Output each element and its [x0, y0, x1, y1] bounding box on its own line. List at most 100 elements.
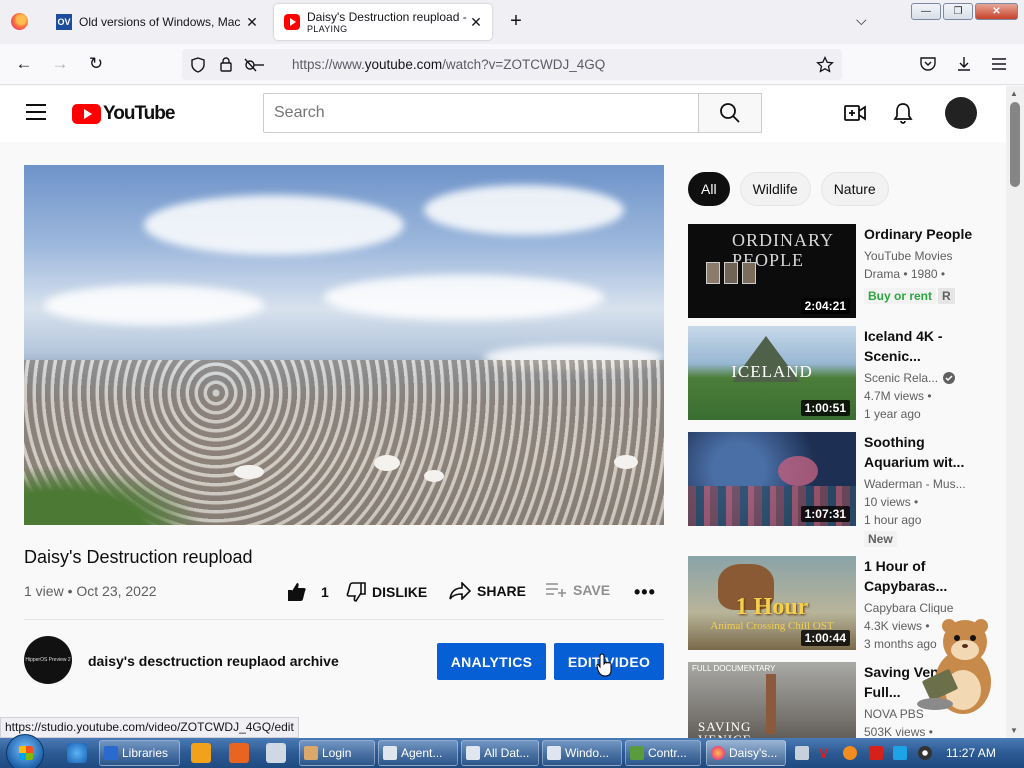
- video-player[interactable]: [24, 165, 664, 525]
- youtube-logo[interactable]: YouTube: [72, 103, 175, 125]
- share-button[interactable]: SHARE: [449, 582, 526, 600]
- video-thumbnail[interactable]: ORDINARY PEOPLE 2:04:21: [688, 224, 856, 318]
- menu-icon[interactable]: [991, 56, 1007, 72]
- recommendation-channel[interactable]: Scenic Rela...: [864, 371, 938, 385]
- taskbar-login[interactable]: Login: [299, 740, 375, 766]
- video-duration: 2:04:21: [800, 298, 850, 314]
- youtube-page: YouTube Daisy's Destruction reupload 1 v…: [0, 86, 1006, 738]
- hamster-mascot-image: [917, 619, 991, 714]
- bookmark-star-icon[interactable]: [816, 56, 834, 74]
- recommendation-item[interactable]: ICELAND 1:00:51 Iceland 4K - Scenic... S…: [688, 326, 988, 421]
- buy-or-rent-badge: Buy or rent: [864, 288, 937, 304]
- more-actions-icon[interactable]: •••: [634, 582, 656, 603]
- recommendation-item[interactable]: 1:07:31 Soothing Aquarium wit... Waderma…: [688, 432, 988, 547]
- recommendation-views: 4.7M views •: [864, 389, 932, 403]
- thumbnail-text: ICELAND: [731, 362, 813, 381]
- scroll-up-arrow-icon[interactable]: ▲: [1010, 89, 1018, 98]
- reload-icon[interactable]: ↻: [86, 54, 106, 74]
- recommendation-views: 503K views •: [864, 725, 933, 738]
- recommendation-channel[interactable]: YouTube Movies: [864, 249, 953, 263]
- recommendation-title[interactable]: Ordinary People: [864, 224, 984, 244]
- list-all-tabs-chevron-icon[interactable]: ⌵: [856, 12, 867, 29]
- new-tab-plus-icon[interactable]: +: [506, 11, 526, 31]
- search-tray-icon[interactable]: [843, 746, 857, 760]
- window-icon[interactable]: [266, 743, 286, 763]
- video-duration: 1:07:31: [800, 506, 850, 522]
- scroll-down-arrow-icon[interactable]: ▼: [1010, 726, 1018, 735]
- taskbar-all-data[interactable]: All Dat...: [461, 740, 539, 766]
- browser-nav-bar: ← → ↻ https://www.youtube.com/watch?v=ZO…: [0, 44, 1024, 85]
- folder-icon: [104, 746, 118, 760]
- scroll-thumb[interactable]: [1010, 102, 1020, 187]
- channel-name[interactable]: daisy's desctruction reuplaod archive: [88, 653, 339, 669]
- tray-icon[interactable]: [795, 746, 809, 760]
- thumbs-up-icon: [288, 583, 306, 601]
- youtube-favicon-icon: [284, 14, 300, 30]
- dislike-button[interactable]: DISLIKE: [346, 582, 427, 602]
- video-thumbnail[interactable]: 1:07:31: [688, 432, 856, 526]
- chip-nature[interactable]: Nature: [820, 172, 889, 206]
- search-button[interactable]: [698, 93, 762, 133]
- add-to-playlist-icon: [546, 583, 566, 597]
- page-scrollbar[interactable]: ▲ ▼: [1006, 86, 1024, 738]
- antivirus-tray-icon[interactable]: V: [819, 746, 833, 760]
- video-thumbnail[interactable]: FULL DOCUMENTARY SAVING VENICE: [688, 662, 856, 738]
- maximize-button[interactable]: ❐: [943, 3, 973, 20]
- permissions-icon[interactable]: [244, 57, 266, 73]
- lock-icon[interactable]: [219, 56, 233, 73]
- close-tab-icon[interactable]: ✕: [468, 14, 484, 30]
- minimize-button[interactable]: —: [911, 3, 941, 20]
- like-button[interactable]: 1: [287, 582, 329, 602]
- address-bar[interactable]: https://www.youtube.com/watch?v=ZOTCWDJ_…: [182, 49, 842, 80]
- save-label: SAVE: [573, 582, 611, 598]
- forward-arrow-icon[interactable]: →: [50, 54, 70, 74]
- start-button[interactable]: [6, 734, 44, 768]
- internet-explorer-icon[interactable]: [67, 743, 87, 763]
- firefox-logo-icon[interactable]: [11, 13, 28, 30]
- recommendation-title[interactable]: Soothing Aquarium wit...: [864, 432, 974, 472]
- recommendation-views: 10 views •: [864, 495, 919, 509]
- taskbar-libraries[interactable]: Libraries: [99, 740, 180, 766]
- close-tab-icon[interactable]: ✕: [244, 14, 260, 30]
- like-count: 1: [321, 584, 329, 600]
- flag-tray-icon[interactable]: [869, 746, 883, 760]
- account-avatar[interactable]: [945, 97, 977, 129]
- recommendation-title[interactable]: 1 Hour of Capybaras...: [864, 556, 974, 596]
- chip-all[interactable]: All: [688, 172, 730, 206]
- video-thumbnail[interactable]: ICELAND 1:00:51: [688, 326, 856, 420]
- recommendation-title[interactable]: Iceland 4K - Scenic...: [864, 326, 974, 366]
- new-badge: New: [864, 531, 897, 547]
- close-window-button[interactable]: ✕: [975, 3, 1018, 20]
- guide-menu-icon[interactable]: [26, 104, 46, 120]
- downloads-icon[interactable]: [955, 55, 973, 73]
- search-icon: [720, 103, 740, 123]
- create-video-icon[interactable]: [843, 101, 867, 125]
- search-input[interactable]: [263, 93, 699, 133]
- user-icon: [304, 746, 318, 760]
- share-arrow-icon: [449, 582, 471, 600]
- recommendation-channel[interactable]: Waderman - Mus...: [864, 477, 966, 491]
- window-icon: [466, 746, 480, 760]
- channel-avatar[interactable]: HipperOS Preview 2: [24, 636, 72, 684]
- taskbar-firefox-daisys[interactable]: Daisy's...: [706, 740, 786, 766]
- video-thumbnail[interactable]: 1 Hour Animal Crossing Chill OST 1:00:44: [688, 556, 856, 650]
- taskbar-agent[interactable]: Agent...: [378, 740, 458, 766]
- notifications-bell-icon[interactable]: [891, 101, 915, 125]
- url-text[interactable]: https://www.youtube.com/watch?v=ZOTCWDJ_…: [292, 57, 605, 72]
- media-player-icon[interactable]: [191, 743, 211, 763]
- analytics-button[interactable]: ANALYTICS: [437, 643, 546, 680]
- save-button[interactable]: SAVE: [545, 582, 610, 598]
- volume-tray-icon[interactable]: [918, 746, 932, 760]
- taskbar-windows[interactable]: Windo...: [542, 740, 622, 766]
- tab-old-versions[interactable]: OV Old versions of Windows, Mac and... ✕: [46, 4, 268, 40]
- taskbar-control-panel[interactable]: Contr...: [625, 740, 701, 766]
- pocket-icon[interactable]: [919, 55, 937, 73]
- tab-daisys-destruction[interactable]: Daisy's Destruction reupload - YouTube P…: [274, 4, 492, 40]
- taskbar-clock[interactable]: 11:27 AM: [946, 746, 996, 760]
- chip-wildlife[interactable]: Wildlife: [739, 172, 811, 206]
- app-icon[interactable]: [229, 743, 249, 763]
- network-tray-icon[interactable]: [893, 746, 907, 760]
- back-arrow-icon[interactable]: ←: [14, 54, 34, 74]
- shield-icon[interactable]: [190, 57, 206, 73]
- window-icon: [383, 746, 397, 760]
